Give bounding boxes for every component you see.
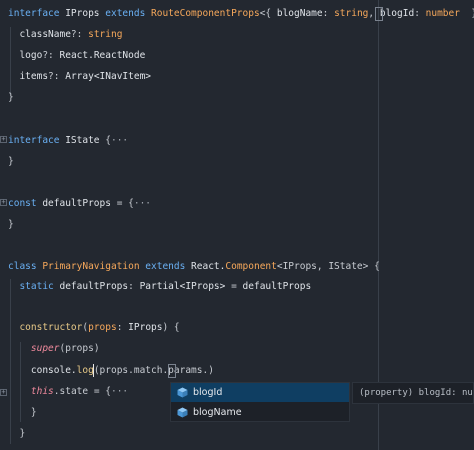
code-token: (props): [59, 343, 100, 354]
code-token: (props.match.params.): [93, 365, 214, 376]
code-token: ···: [110, 135, 129, 146]
code-token: super: [30, 343, 60, 354]
code-line: }: [8, 91, 14, 105]
code-token: Component: [225, 261, 277, 272]
code-token: defaultProps: [42, 198, 117, 209]
code-line: console.log(props.match.params.): [8, 364, 214, 378]
code-line: super(props): [8, 342, 100, 356]
code-token: logo: [8, 50, 43, 61]
code-token: RouteComponentProps: [151, 8, 260, 19]
code-token: defaultProps: [242, 281, 312, 292]
code-token: Partial<IProps>: [139, 281, 232, 292]
code-token: string: [88, 29, 123, 40]
code-token: this: [30, 386, 54, 397]
property-icon: [177, 387, 188, 398]
fold-expand-icon[interactable]: +: [0, 389, 7, 396]
code-line: constructor(props: IProps) {: [8, 321, 180, 335]
code-line: items?: Array<INavItem>: [8, 70, 151, 84]
code-line: className?: string: [8, 28, 122, 42]
code-line: interface IProps extends RouteComponentP…: [8, 7, 474, 21]
code-token: Array<INavItem>: [65, 71, 152, 82]
code-line: const defaultProps = {···: [8, 197, 151, 211]
code-token: blogName: [276, 8, 323, 19]
code-token: ) {: [162, 322, 180, 333]
code-token: =: [231, 281, 243, 292]
fold-expand-icon[interactable]: +: [0, 199, 7, 206]
code-token: ?:: [42, 50, 60, 61]
suggestion-item-blogid[interactable]: blogId: [171, 383, 349, 402]
code-line: }: [8, 218, 14, 232]
code-token: :: [128, 281, 140, 292]
code-line: this.state = {···: [8, 385, 128, 399]
editor-gutter: + + +: [0, 0, 8, 450]
code-token: className: [8, 29, 71, 40]
code-line: logo?: React.ReactNode: [8, 49, 145, 63]
suggestion-label: blogName: [193, 407, 242, 418]
code-token: ?:: [48, 71, 66, 82]
code-line: class PrimaryNavigation extends React.Co…: [8, 260, 380, 274]
bracket-match-highlight: [375, 7, 383, 21]
code-token: <{: [259, 8, 277, 19]
code-line: static defaultProps: Partial<IProps> = d…: [8, 280, 311, 294]
code-token: = {: [116, 198, 134, 209]
code-token: IState: [65, 135, 106, 146]
code-line: }: [8, 427, 25, 441]
code-token: props: [88, 322, 117, 333]
code-token: extends: [145, 261, 192, 272]
code-token: interface: [8, 8, 66, 19]
code-token: static: [8, 281, 60, 292]
code-token: string: [334, 8, 369, 19]
code-token: <IProps, IState> {: [276, 261, 380, 272]
code-token: constructor: [8, 322, 83, 333]
code-token: class: [8, 261, 43, 272]
code-token: IProps: [128, 322, 163, 333]
code-line: }: [8, 155, 14, 169]
code-token: }> {: [460, 8, 474, 19]
text-cursor: [93, 364, 94, 377]
code-token: console.: [8, 365, 77, 376]
code-token: :: [414, 8, 426, 19]
code-token: log: [76, 365, 94, 376]
code-token: }: [8, 219, 14, 230]
code-token: extends: [105, 8, 152, 19]
code-token: ···: [110, 386, 129, 397]
code-token: number: [425, 8, 460, 19]
code-token: }: [8, 407, 37, 418]
autocomplete-widget[interactable]: blogId blogName: [170, 382, 350, 422]
suggestion-label: blogId: [193, 387, 223, 398]
code-line: }: [8, 406, 37, 420]
code-token: blogId: [379, 8, 415, 19]
fold-expand-icon[interactable]: +: [0, 136, 7, 143]
property-icon: [177, 407, 188, 418]
code-token: items: [8, 71, 49, 82]
bracket-match-highlight: [168, 364, 176, 378]
code-token: .state = {: [53, 386, 111, 397]
code-token: const: [8, 198, 43, 209]
code-token: defaultProps: [59, 281, 129, 292]
code-token: ···: [133, 198, 152, 209]
code-token: React.ReactNode: [59, 50, 146, 61]
code-token: ?:: [70, 29, 89, 40]
code-token: }: [8, 156, 14, 167]
code-token: :: [116, 322, 129, 333]
code-token: interface: [8, 135, 66, 146]
code-token: }: [8, 92, 14, 103]
suggestion-item-blogname[interactable]: blogName: [171, 403, 349, 422]
code-token: PrimaryNavigation: [42, 261, 146, 272]
suggestion-detail: (property) blogId: number: [352, 382, 474, 404]
code-token: :: [322, 8, 335, 19]
code-line: interface IState {···: [8, 134, 128, 148]
code-token: }: [8, 428, 26, 439]
code-token: IProps: [65, 8, 106, 19]
code-token: React.: [191, 261, 226, 272]
